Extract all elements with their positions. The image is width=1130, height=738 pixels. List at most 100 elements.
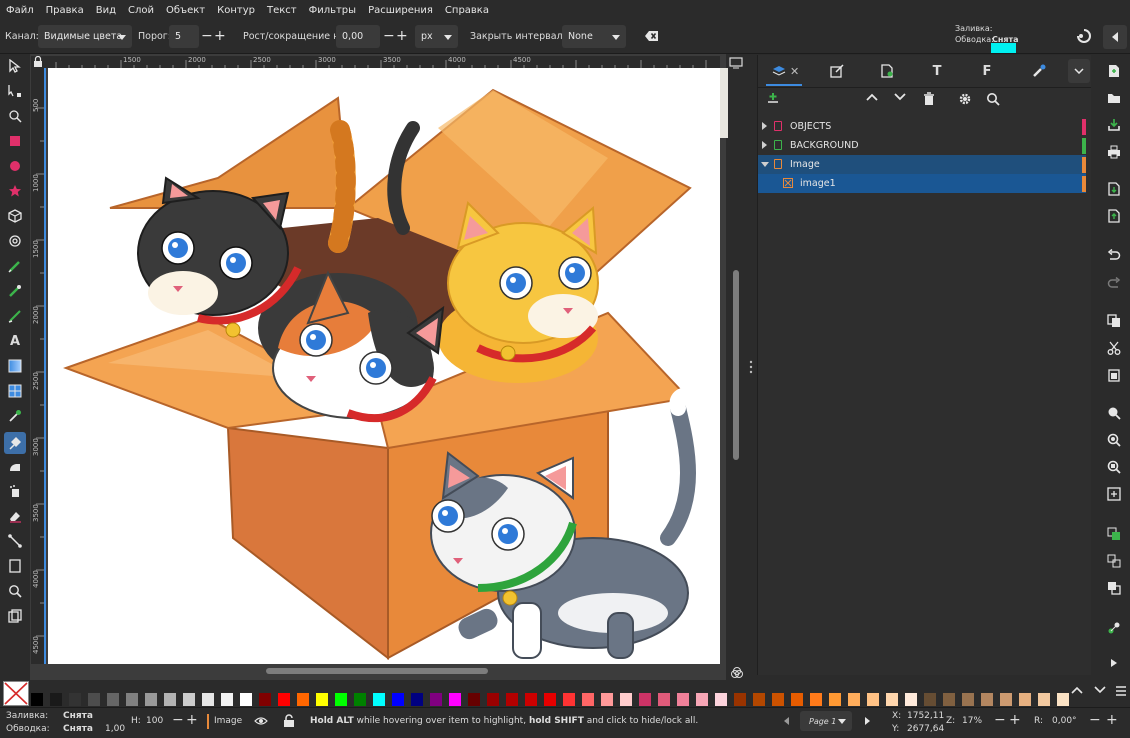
channel-dropdown[interactable]: Видимые цвета xyxy=(38,25,132,48)
color-swatch[interactable] xyxy=(487,693,499,706)
undo-icon[interactable] xyxy=(1106,247,1122,263)
copy-icon[interactable] xyxy=(1106,313,1122,329)
rectangle-tool-icon[interactable] xyxy=(7,133,23,149)
spray-tool-icon[interactable] xyxy=(7,458,23,474)
menu-item[interactable]: Правка xyxy=(40,5,90,16)
color-swatch[interactable] xyxy=(791,693,803,706)
color-swatch[interactable] xyxy=(145,693,157,706)
plus-icon[interactable]: + xyxy=(214,28,226,44)
tab-swatches[interactable] xyxy=(1028,61,1050,81)
eye-icon[interactable] xyxy=(254,715,268,727)
search-icon[interactable] xyxy=(986,92,1000,106)
panel-drag-handle[interactable] xyxy=(749,360,753,374)
star-tool-icon[interactable] xyxy=(7,183,23,199)
color-swatch[interactable] xyxy=(886,693,898,706)
color-swatch[interactable] xyxy=(468,693,480,706)
no-paint-swatch[interactable] xyxy=(3,681,29,706)
status-fill-value[interactable]: Снята xyxy=(63,711,93,721)
page-selector-dropdown[interactable]: Page 1 xyxy=(800,711,852,731)
threshold-value[interactable]: 5 xyxy=(169,25,199,48)
color-swatch[interactable] xyxy=(335,693,347,706)
color-swatch[interactable] xyxy=(69,693,81,706)
color-swatch[interactable] xyxy=(240,693,252,706)
export-icon[interactable] xyxy=(1106,208,1122,224)
save-icon[interactable] xyxy=(1106,117,1122,133)
redo-icon[interactable] xyxy=(1106,275,1122,291)
tweak-tool-icon[interactable] xyxy=(7,108,23,124)
color-swatch[interactable] xyxy=(411,693,423,706)
color-swatch[interactable] xyxy=(259,693,271,706)
move-up-icon[interactable] xyxy=(866,93,880,107)
menu-item[interactable]: Справка xyxy=(439,5,495,16)
mesh-tool-icon[interactable] xyxy=(7,383,23,399)
zoom-center-icon[interactable] xyxy=(1106,486,1122,502)
grow-value[interactable]: 0,00 xyxy=(336,25,380,48)
menu-item[interactable]: Фильтры xyxy=(303,5,362,16)
color-swatch[interactable] xyxy=(278,693,290,706)
color-swatch[interactable] xyxy=(392,693,404,706)
color-swatch[interactable] xyxy=(924,693,936,706)
current-layer-name[interactable]: Image xyxy=(214,716,242,726)
next-page-icon[interactable] xyxy=(865,717,870,725)
cut-icon[interactable] xyxy=(1106,340,1122,356)
color-swatch[interactable] xyxy=(107,693,119,706)
clone-icon[interactable] xyxy=(1106,580,1122,596)
plus-icon[interactable]: + xyxy=(396,28,408,44)
color-swatch[interactable] xyxy=(582,693,594,706)
calligraphy-tool-icon[interactable] xyxy=(7,308,23,324)
color-swatch[interactable] xyxy=(620,693,632,706)
plus-icon[interactable]: + xyxy=(1106,712,1118,728)
zoom-drawing-icon[interactable] xyxy=(1106,432,1122,448)
palette-scroll-up-icon[interactable] xyxy=(1071,686,1083,696)
previous-page-icon[interactable] xyxy=(784,717,789,725)
color-swatch[interactable] xyxy=(696,693,708,706)
color-swatch[interactable] xyxy=(50,693,62,706)
dropper-tool-icon[interactable] xyxy=(7,408,23,424)
node-tool-icon[interactable] xyxy=(7,83,23,99)
expand-arrow-icon[interactable] xyxy=(762,122,767,130)
color-swatch[interactable] xyxy=(164,693,176,706)
plus-icon[interactable]: + xyxy=(1009,712,1021,728)
spray-can-tool-icon[interactable] xyxy=(7,483,23,499)
color-swatch[interactable] xyxy=(316,693,328,706)
color-swatch[interactable] xyxy=(639,693,651,706)
text-tool-icon[interactable]: A xyxy=(7,333,23,349)
eraser-tool-icon[interactable] xyxy=(7,508,23,524)
color-swatch[interactable] xyxy=(525,693,537,706)
clear-icon[interactable] xyxy=(645,30,659,42)
spiral-tool-icon[interactable] xyxy=(7,233,23,249)
pencil-tool-icon[interactable] xyxy=(7,258,23,274)
tab-fonts[interactable]: F xyxy=(976,61,998,81)
color-swatch[interactable] xyxy=(810,693,822,706)
color-swatch[interactable] xyxy=(183,693,195,706)
color-swatch[interactable] xyxy=(506,693,518,706)
expand-arrow-icon[interactable] xyxy=(762,141,767,149)
color-swatch[interactable] xyxy=(373,693,385,706)
color-swatch[interactable] xyxy=(829,693,841,706)
color-swatch[interactable] xyxy=(677,693,689,706)
menu-item[interactable]: Контур xyxy=(211,5,261,16)
collapse-arrow-icon[interactable] xyxy=(761,162,769,167)
menu-item[interactable]: Файл xyxy=(0,5,40,16)
group-icon[interactable] xyxy=(1106,526,1122,542)
palette-scroll-down-icon[interactable] xyxy=(1094,686,1106,696)
settings-gear-icon[interactable] xyxy=(958,92,972,106)
close-gaps-dropdown[interactable]: None xyxy=(562,25,626,48)
color-swatch[interactable] xyxy=(449,693,461,706)
pen-tool-icon[interactable] xyxy=(7,283,23,299)
status-stroke-value[interactable]: Снята xyxy=(63,724,93,734)
close-tab-icon[interactable]: ✕ xyxy=(790,65,799,78)
color-swatch[interactable] xyxy=(354,693,366,706)
minus-icon[interactable]: − xyxy=(201,28,213,44)
color-swatch[interactable] xyxy=(126,693,138,706)
color-swatch[interactable] xyxy=(1000,693,1012,706)
gradient-tool-icon[interactable] xyxy=(7,358,23,374)
menu-item[interactable]: Объект xyxy=(160,5,211,16)
tabs-overflow-button[interactable] xyxy=(1068,59,1090,83)
display-mode-icon[interactable] xyxy=(729,57,745,69)
paste-icon[interactable] xyxy=(1106,367,1122,383)
color-swatch[interactable] xyxy=(221,693,233,706)
color-swatch[interactable] xyxy=(867,693,879,706)
color-swatch[interactable] xyxy=(734,693,746,706)
menu-item[interactable]: Текст xyxy=(261,5,303,16)
